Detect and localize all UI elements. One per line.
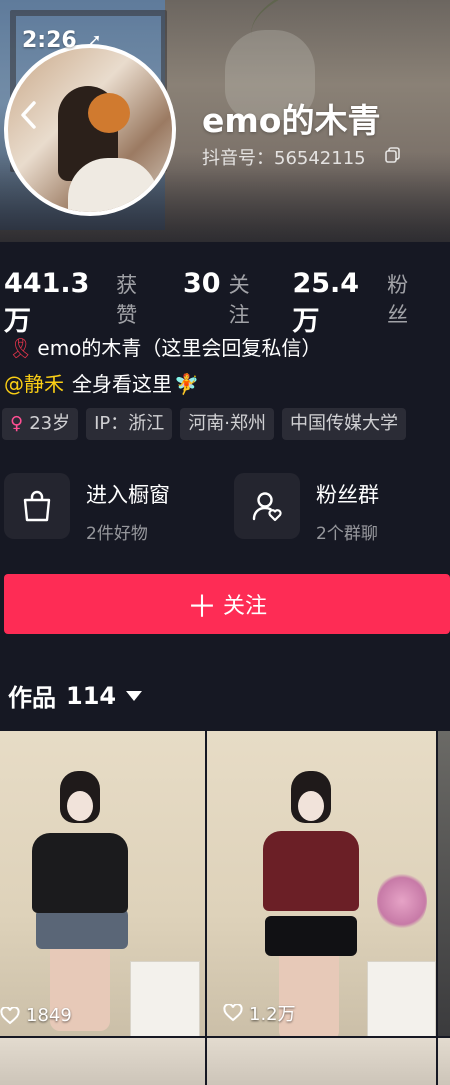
shop-window-subtitle: 2件好物 (86, 524, 148, 544)
bio-line-2-text: 全身看这里 (72, 372, 172, 396)
video-2-cabinet (367, 961, 436, 1036)
video-thumbnail-1[interactable]: 1849 (0, 731, 205, 1036)
stat-followers-value: 25.4万 (292, 268, 360, 337)
video-1-shirt (32, 833, 128, 913)
female-icon: ♀ (10, 413, 24, 434)
chevron-left-icon (21, 100, 36, 129)
tag-location[interactable]: 河南·郑州 (180, 408, 274, 440)
video-1-face (67, 791, 93, 821)
caret-down-icon (126, 690, 143, 701)
stat-likes-label: 获赞 (116, 273, 138, 327)
bio-line-2: @静禾 全身看这里 🧚 (4, 368, 199, 397)
video-2-shirt (263, 831, 359, 911)
video-thumbnail-6[interactable] (438, 1038, 450, 1085)
profile-tags: ♀ 23岁 IP：浙江 河南·郑州 中国传媒大学 (2, 408, 414, 440)
ribbon-icon: 🎗 (8, 336, 34, 360)
works-tab-label: 作品 (8, 684, 56, 712)
status-time: 2:26 (22, 28, 77, 53)
heart-icon (0, 1006, 20, 1024)
video-thumbnail-4[interactable] (0, 1038, 205, 1085)
bio-line-1-text: emo的木青（这里会回复私信） (37, 336, 322, 360)
fan-group-icon-box (234, 473, 300, 539)
video-thumbnail-5[interactable] (207, 1038, 436, 1085)
fairy-icon: 🧚 (174, 372, 199, 396)
copy-icon[interactable] (384, 146, 402, 164)
tag-age: ♀ 23岁 (2, 408, 79, 440)
video-1-likes: 1849 (0, 1005, 72, 1026)
shop-window-entry[interactable]: 进入橱窗 2件好物 (4, 473, 214, 544)
video-thumbnail-2[interactable]: 1.2万 (207, 731, 436, 1036)
video-2-like-count: 1.2万 (249, 1004, 296, 1025)
shop-window-title: 进入橱窗 (86, 483, 170, 507)
video-thumbnail-3[interactable] (438, 731, 450, 1036)
location-icon: ➚ (88, 30, 102, 49)
stat-likes[interactable]: 441.3万 获赞 (4, 268, 155, 338)
plus-icon: ＋ (186, 590, 217, 625)
works-tab[interactable]: 作品 114 (8, 678, 143, 713)
shopping-bag-icon (23, 490, 51, 522)
tag-age-text: 23岁 (29, 413, 71, 434)
video-2-likes: 1.2万 (223, 1000, 296, 1026)
fan-group-title: 粉丝群 (316, 483, 379, 507)
bio-line-1: 🎗 emo的木青（这里会回复私信） (8, 332, 321, 361)
video-2-shorts (265, 916, 357, 956)
stat-followers-label: 粉丝 (387, 273, 409, 327)
video-1-shorts (36, 909, 128, 949)
fan-group-subtitle: 2个群聊 (316, 524, 378, 544)
tag-ip: IP：浙江 (86, 408, 173, 440)
works-tab-count: 114 (66, 681, 117, 710)
stat-following-value: 30 (183, 268, 221, 299)
profile-stats: 441.3万 获赞 30 关注 25.4万 粉丝 (4, 268, 450, 337)
stat-following-label: 关注 (228, 273, 250, 327)
douyin-id: 抖音号：56542115 (202, 148, 366, 169)
bio-mention-link[interactable]: @静禾 (4, 372, 64, 396)
video-2-face (298, 791, 324, 821)
follow-button[interactable]: ＋关注 (4, 574, 450, 634)
video-1-like-count: 1849 (26, 1005, 72, 1026)
avatar-cat (88, 93, 130, 133)
fan-group-icon (252, 492, 282, 522)
video-1-cabinet (130, 961, 200, 1036)
heart-icon (223, 1004, 243, 1022)
stat-following[interactable]: 30 关注 (183, 268, 264, 329)
stat-likes-value: 441.3万 (4, 268, 90, 337)
tag-school[interactable]: 中国传媒大学 (282, 408, 406, 440)
avatar-sweater (68, 158, 158, 212)
fan-group-entry[interactable]: 粉丝群 2个群聊 (234, 473, 444, 544)
follow-button-label: 关注 (222, 594, 267, 619)
video-2-flowers (377, 871, 427, 931)
shopping-bag-icon-box (4, 473, 70, 539)
nickname: emo的木青 (202, 101, 381, 140)
stat-followers[interactable]: 25.4万 粉丝 (292, 268, 426, 338)
back-button[interactable] (10, 98, 46, 138)
